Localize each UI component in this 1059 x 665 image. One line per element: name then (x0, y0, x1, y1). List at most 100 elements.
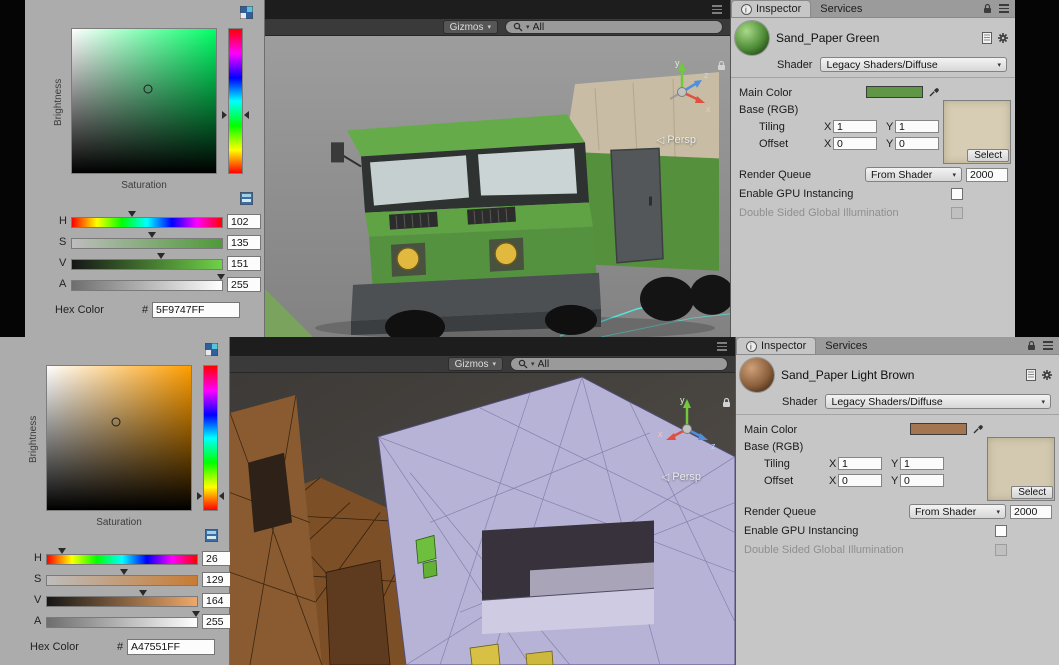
s-slider-track[interactable] (46, 569, 198, 586)
h-slider-thumb[interactable] (128, 211, 136, 217)
tab-services[interactable]: Services (816, 337, 876, 354)
hex-color-input[interactable] (152, 302, 240, 318)
v-slider-thumb[interactable] (139, 590, 147, 596)
scene-search-input[interactable] (532, 21, 715, 33)
doc-icon[interactable] (982, 32, 992, 44)
search-filter-caret-icon[interactable]: ▾ (526, 23, 530, 31)
tiling-y-input[interactable] (895, 120, 939, 133)
saturation-brightness-box[interactable] (46, 365, 192, 511)
lock-icon[interactable] (717, 58, 726, 76)
color-selection-marker[interactable] (143, 84, 153, 94)
material-preview-sphere[interactable] (735, 21, 769, 55)
render-queue-value-input[interactable] (966, 167, 1008, 182)
h-slider-track[interactable] (46, 548, 198, 565)
h-slider-track[interactable] (71, 211, 223, 228)
eyedropper-icon[interactable] (928, 85, 941, 101)
s-slider-thumb[interactable] (147, 232, 156, 238)
tiling-x-label: X (824, 120, 832, 133)
scene-search-field[interactable]: ▾ (505, 20, 723, 34)
scene-orientation-gizmo[interactable]: y z x (650, 56, 714, 120)
tab-services[interactable]: Services (811, 0, 871, 17)
gpu-instancing-checkbox[interactable] (951, 187, 963, 200)
window-menu-icon[interactable] (717, 342, 727, 351)
offset-x-input[interactable] (838, 474, 882, 487)
offset-y-input[interactable] (900, 474, 944, 487)
tiling-x-input[interactable] (838, 457, 882, 470)
hue-slider[interactable] (222, 28, 249, 174)
tab-menu-icon[interactable] (999, 4, 1009, 13)
hue-marker-left-icon (197, 491, 202, 500)
slider-mode-icon[interactable] (239, 191, 254, 210)
scene-search-input[interactable] (537, 358, 720, 370)
lock-icon[interactable] (983, 3, 992, 14)
shader-dropdown[interactable]: Legacy Shaders/Diffuse ▾ (820, 57, 1007, 72)
scene-toolbar: Gizmos ▾ ▾ (265, 19, 730, 36)
window-menu-icon[interactable] (712, 5, 722, 14)
svg-text:i: i (745, 5, 747, 14)
tab-inspector[interactable]: i Inspector (736, 337, 817, 354)
axis-z-label[interactable]: z (704, 70, 709, 80)
saturation-brightness-box[interactable] (71, 28, 217, 174)
axis-z-label[interactable]: z (711, 441, 716, 451)
tiling-x-input[interactable] (833, 120, 877, 133)
scene-viewport-truck[interactable]: y z x ◁ Persp (265, 36, 730, 337)
a-slider-thumb[interactable] (191, 611, 200, 617)
scene-search-field[interactable]: ▾ (510, 357, 728, 371)
hue-slider[interactable] (197, 365, 224, 511)
hex-color-input[interactable] (127, 639, 215, 655)
render-queue-dropdown[interactable]: From Shader ▾ (865, 167, 962, 182)
doc-icon[interactable] (1026, 369, 1036, 381)
projection-mode-label[interactable]: ◁ Persp (662, 471, 701, 483)
offset-x-input[interactable] (833, 137, 877, 150)
a-slider-track[interactable] (46, 611, 200, 628)
v-slider-thumb[interactable] (156, 253, 165, 259)
gizmos-button[interactable]: Gizmos ▾ (442, 20, 498, 34)
scene-viewport-house[interactable]: y x z ◁ Persp (230, 373, 735, 665)
shader-dropdown[interactable]: Legacy Shaders/Diffuse ▾ (825, 394, 1051, 409)
material-preview-sphere[interactable] (740, 358, 774, 392)
search-icon (518, 359, 528, 369)
offset-y-input[interactable] (895, 137, 939, 150)
s-label: S (34, 573, 42, 585)
inspector-panel-brown: i Inspector Services Sand_Paper Light Br… (735, 337, 1059, 665)
hsva-sliders: H S V A (0, 548, 236, 633)
main-color-swatch[interactable] (866, 86, 923, 98)
a-slider-track[interactable] (71, 274, 225, 291)
axis-x-label[interactable]: x (658, 429, 663, 439)
tiling-y-input[interactable] (900, 457, 944, 470)
render-queue-value-input[interactable] (1010, 504, 1052, 519)
s-slider-thumb[interactable] (119, 569, 128, 575)
v-slider-track[interactable] (46, 590, 198, 607)
a-slider-thumb[interactable] (216, 274, 225, 280)
gizmos-label: Gizmos (454, 358, 489, 370)
s-slider-track[interactable] (71, 232, 223, 249)
v-slider-track[interactable] (71, 253, 223, 270)
offset-row: Offset X Y (731, 135, 1015, 152)
h-value-input[interactable] (227, 214, 261, 229)
color-selection-marker[interactable] (111, 417, 121, 427)
lock-icon[interactable] (722, 395, 731, 413)
s-value-input[interactable] (227, 235, 261, 250)
gpu-instancing-checkbox[interactable] (995, 524, 1007, 537)
gear-icon[interactable] (997, 32, 1009, 44)
lock-icon[interactable] (1027, 340, 1036, 351)
color-swatch-icon[interactable] (239, 5, 254, 24)
render-queue-dropdown[interactable]: From Shader ▾ (909, 504, 1006, 519)
gear-icon[interactable] (1041, 369, 1053, 381)
scene-orientation-gizmo[interactable]: y x z (655, 393, 719, 457)
axis-y-label[interactable]: y (675, 58, 680, 68)
h-slider-thumb[interactable] (58, 548, 66, 554)
gizmos-button[interactable]: Gizmos ▾ (447, 357, 503, 371)
v-value-input[interactable] (227, 256, 261, 271)
slider-mode-icon[interactable] (204, 528, 219, 547)
a-value-input[interactable] (227, 277, 261, 292)
tab-inspector[interactable]: i Inspector (731, 0, 812, 17)
projection-mode-label[interactable]: ◁ Persp (657, 134, 696, 146)
eyedropper-icon[interactable] (972, 422, 985, 438)
main-color-swatch[interactable] (910, 423, 967, 435)
tab-menu-icon[interactable] (1043, 341, 1053, 350)
axis-x-label[interactable]: x (706, 104, 711, 114)
axis-y-label[interactable]: y (680, 395, 685, 405)
color-swatch-icon[interactable] (204, 342, 219, 361)
search-filter-caret-icon[interactable]: ▾ (531, 360, 535, 368)
